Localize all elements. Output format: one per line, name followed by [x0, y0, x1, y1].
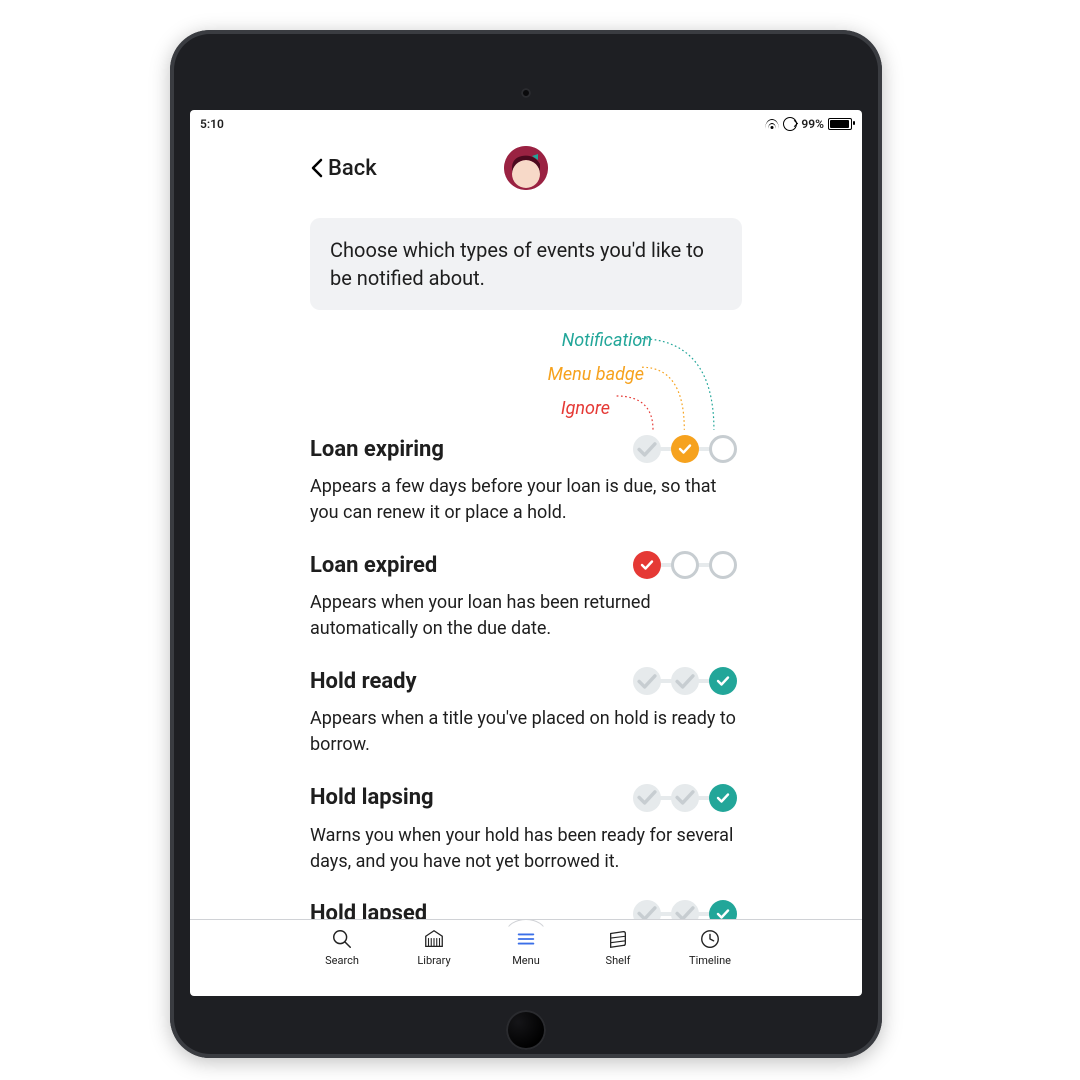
bottom-nav: Search Library Menu: [190, 919, 862, 996]
tablet-camera: [521, 88, 531, 98]
back-label: Back: [328, 156, 377, 181]
setting-desc: Warns you when your hold has been ready …: [310, 823, 742, 875]
setting-row: Hold lapsedAppears when your hold is res…: [310, 899, 742, 919]
intro-text: Choose which types of events you'd like …: [310, 218, 742, 310]
search-icon: [331, 928, 353, 950]
setting-desc: Appears when a title you've placed on ho…: [310, 706, 742, 758]
battery-percent: 99%: [801, 117, 824, 131]
tri-toggle[interactable]: [628, 783, 742, 813]
tri-option-notification[interactable]: [709, 551, 737, 579]
nav-shelf[interactable]: Shelf: [592, 928, 644, 996]
tri-option-notification[interactable]: [709, 667, 737, 695]
tri-option-notification[interactable]: [709, 784, 737, 812]
setting-row: Loan expired Appears when your loan has b…: [310, 550, 742, 642]
setting-desc: Appears when your loan has been returned…: [310, 590, 742, 642]
setting-row: Hold ready Appears when a title you've pl…: [310, 666, 742, 758]
nav-library[interactable]: Library: [408, 928, 460, 996]
back-button[interactable]: Back: [310, 156, 377, 181]
tri-option-ignore[interactable]: [633, 551, 661, 579]
setting-row: Hold lapsing Warns you when your hold has…: [310, 783, 742, 875]
nav-timeline[interactable]: Timeline: [684, 928, 736, 996]
tri-toggle[interactable]: [628, 434, 742, 464]
tri-option-badge[interactable]: [671, 900, 699, 919]
nav-label: Menu: [512, 954, 540, 967]
status-right: 99%: [765, 117, 852, 131]
status-time: 5:10: [200, 117, 224, 131]
nav-label: Library: [417, 954, 450, 967]
settings-list: Loan expiring Appears a few days before y…: [310, 434, 742, 919]
setting-desc: Appears a few days before your loan is d…: [310, 474, 742, 526]
tri-option-badge[interactable]: [671, 667, 699, 695]
nav-menu[interactable]: Menu: [500, 928, 552, 996]
tri-toggle[interactable]: [628, 666, 742, 696]
content-area: Choose which types of events you'd like …: [190, 198, 862, 919]
tri-option-ignore[interactable]: [633, 784, 661, 812]
tri-option-ignore[interactable]: [633, 435, 661, 463]
battery-icon: [828, 118, 852, 130]
tri-option-notification[interactable]: [709, 900, 737, 919]
rotation-lock-icon: [783, 117, 797, 131]
chevron-left-icon: [310, 158, 324, 178]
nav-label: Search: [325, 954, 359, 967]
tri-option-badge[interactable]: [671, 435, 699, 463]
tri-toggle[interactable]: [628, 899, 742, 919]
tri-toggle[interactable]: [628, 550, 742, 580]
status-bar: 5:10 99%: [190, 110, 862, 138]
tri-option-badge[interactable]: [671, 551, 699, 579]
shelf-icon: [607, 928, 629, 950]
tri-option-notification[interactable]: [709, 435, 737, 463]
nav-label: Shelf: [606, 954, 631, 967]
menu-icon: [515, 928, 537, 950]
setting-title: Loan expired: [310, 553, 437, 578]
setting-title: Hold lapsing: [310, 785, 434, 810]
tri-option-badge[interactable]: [671, 784, 699, 812]
setting-title: Loan expiring: [310, 437, 444, 462]
timeline-icon: [699, 928, 721, 950]
home-button[interactable]: [506, 1010, 546, 1050]
nav-search[interactable]: Search: [316, 928, 368, 996]
nav-label: Timeline: [689, 954, 731, 967]
tri-option-ignore[interactable]: [633, 667, 661, 695]
app-avatar: [504, 146, 548, 190]
header-bar: Back: [190, 138, 862, 198]
wifi-icon: [765, 119, 779, 129]
legend-arcs-icon: [542, 330, 742, 440]
setting-row: Loan expiring Appears a few days before y…: [310, 434, 742, 526]
legend: Notification Menu badge Ignore: [310, 330, 742, 430]
tri-option-ignore[interactable]: [633, 900, 661, 919]
library-icon: [423, 928, 445, 950]
setting-title: Hold ready: [310, 669, 417, 694]
tablet-mockup: 5:10 99% Back: [170, 30, 882, 1058]
app-screen: 5:10 99% Back: [190, 110, 862, 996]
setting-title: Hold lapsed: [310, 901, 427, 919]
